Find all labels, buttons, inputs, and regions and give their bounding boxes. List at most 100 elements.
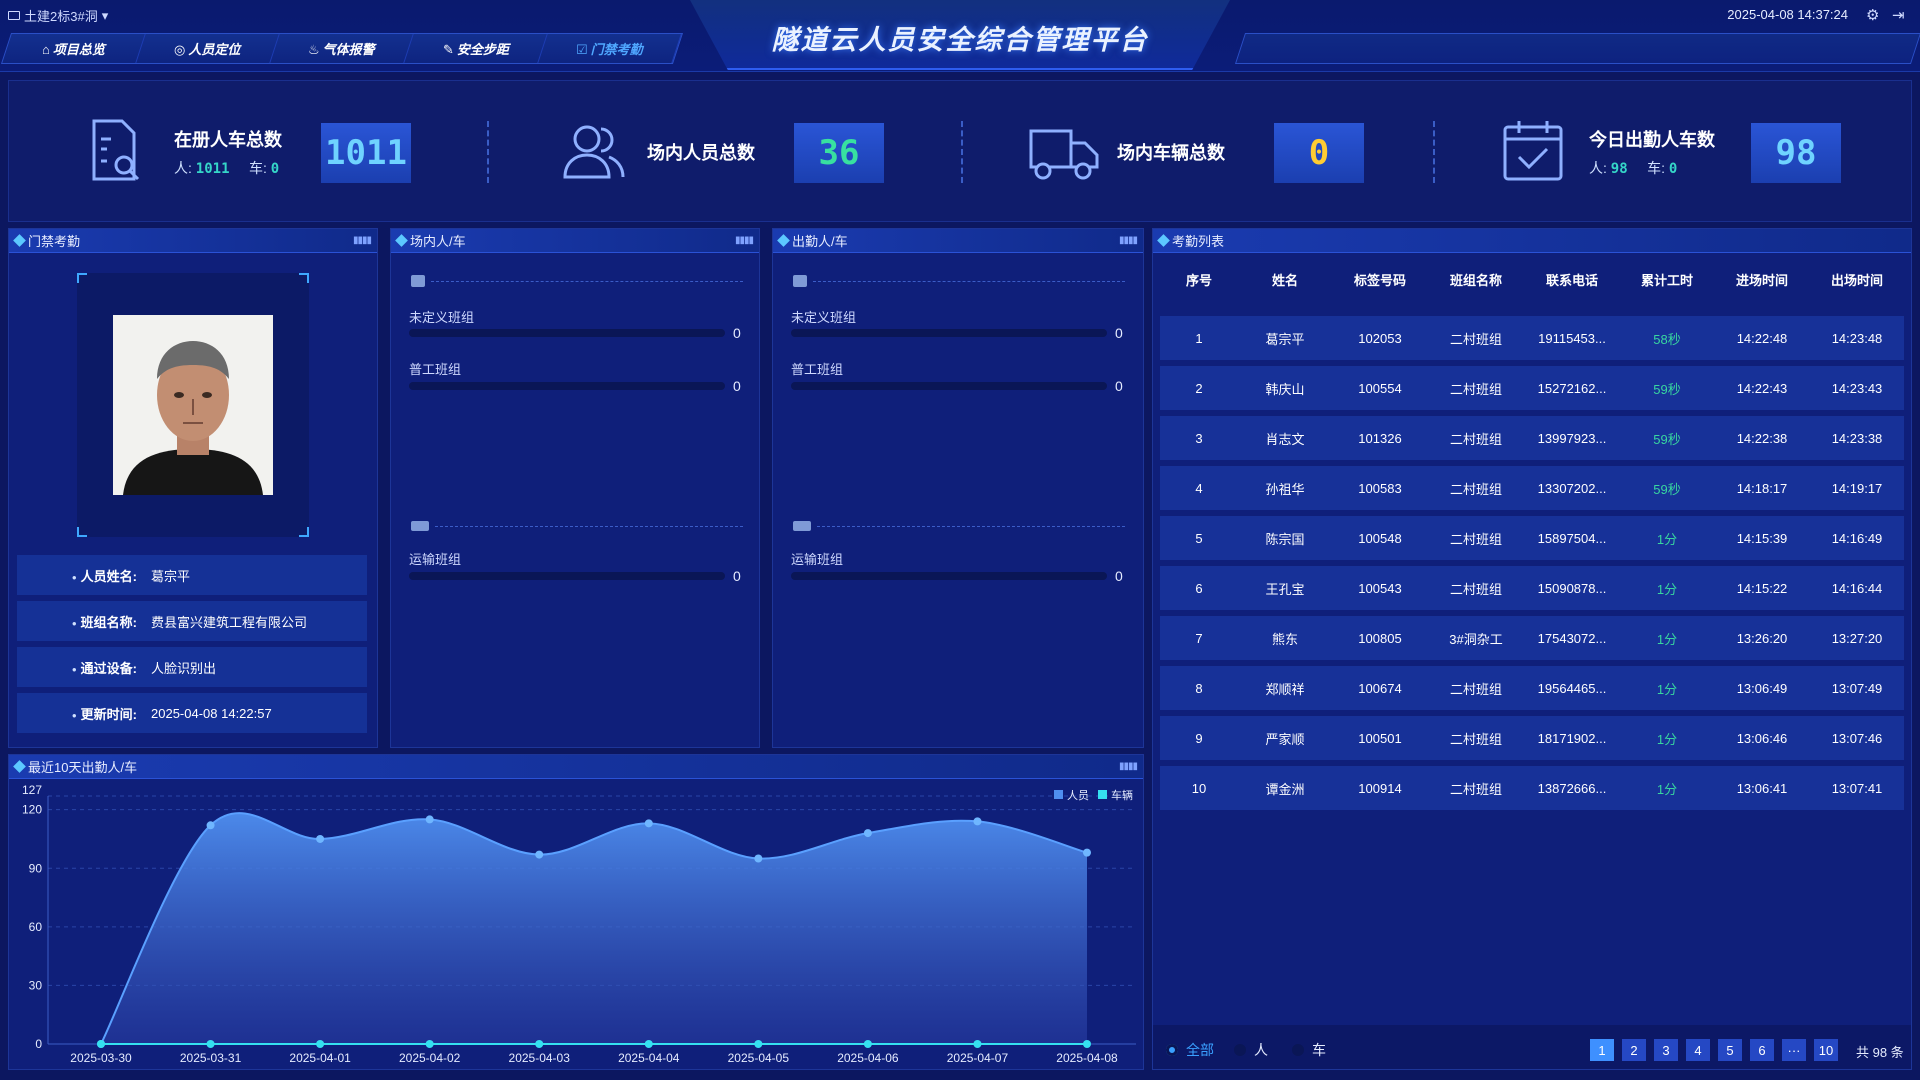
filter-label: 全部 <box>1186 1042 1214 1058</box>
table-cell: 13:06:49 <box>1736 680 1788 696</box>
folder-icon <box>8 11 20 20</box>
table-cell: 1分 <box>1656 581 1678 597</box>
info-value: 人脸识别出 <box>151 660 217 676</box>
table-cell: 严家顺 <box>1265 731 1305 747</box>
attendance-trend-chart: 0 30 60 90 120 127 2025-03-30 2025-03-31 2025-04… <box>22 783 1136 1065</box>
group-value: 0 <box>1115 325 1123 341</box>
table-cell: 韩庆山 <box>1265 381 1305 397</box>
divider <box>487 121 489 183</box>
data-point-people <box>535 850 544 859</box>
page-button[interactable]: 4 <box>1686 1039 1710 1061</box>
table-row[interactable]: 5 陈宗国 100548 二村班组 15897504... 1分 14:15:39 14:16… <box>1160 516 1904 560</box>
vehicle-count: 0 <box>1668 161 1678 177</box>
table-cell: 100554 <box>1358 380 1402 396</box>
table-cell: 15090878... <box>1537 580 1607 596</box>
diamond-icon <box>395 234 408 247</box>
table-cell: 二村班组 <box>1449 331 1502 347</box>
data-point-vehicles <box>535 1040 544 1048</box>
table-cell: 二村班组 <box>1449 481 1502 497</box>
table-row[interactable]: 8 郑顺祥 100674 二村班组 19564465... 1分 13:06:49 13:07… <box>1160 666 1904 710</box>
table-row[interactable]: 3 肖志文 101326 二村班组 13997923... 59秒 14:22:38 14:2… <box>1160 416 1904 460</box>
stat-value-persons: 36 <box>794 123 884 183</box>
logout-icon[interactable]: ⇥ <box>1892 6 1910 24</box>
nav-tab-content: ⌂ 项目总览 <box>42 39 105 58</box>
table-cell: 100914 <box>1358 780 1402 796</box>
filter-option[interactable]: 人 <box>1234 1040 1268 1060</box>
table-cell: 100674 <box>1358 680 1402 696</box>
page-button[interactable]: 2 <box>1622 1039 1646 1061</box>
table-cell: 14:15:39 <box>1736 530 1788 546</box>
filter-option[interactable]: 车 <box>1292 1040 1326 1060</box>
table-row[interactable]: 1 葛宗平 102053 二村班组 19115453... 58秒 14:22:48 14:2… <box>1160 316 1904 360</box>
filter-option[interactable]: 全部 <box>1166 1040 1214 1060</box>
data-point-people <box>316 834 325 843</box>
person-label: 人: <box>174 160 192 176</box>
access-panel: 门禁考勤 ▮▮▮▮ 人员姓名: 葛宗平 班组名称: 费县富兴建筑工程有限公司 通… <box>8 228 378 748</box>
divider <box>961 121 963 183</box>
table-cell: 13872666... <box>1537 780 1607 796</box>
diamond-icon <box>777 234 790 247</box>
table-row[interactable]: 9 严家顺 100501 二村班组 18171902... 1分 13:06:46 13:07… <box>1160 716 1904 760</box>
ruler-pencil-icon: ✎ <box>442 42 454 57</box>
table-cell: 14:15:22 <box>1736 580 1788 596</box>
table-cell: 肖志文 <box>1265 431 1305 447</box>
stat-label: 场内车辆总数 <box>1117 143 1225 163</box>
table-cell: 二村班组 <box>1449 581 1502 597</box>
project-selector[interactable]: 土建2标3#洞 ▾ <box>8 6 108 25</box>
x-tick-label: 2025-04-03 <box>509 1051 571 1065</box>
vehicle-label: 车: <box>1647 160 1665 176</box>
group-value: 0 <box>733 378 741 394</box>
nav-decoration-right <box>1234 33 1920 64</box>
data-point-people <box>425 815 434 824</box>
grip-icon: ▮▮▮▮ <box>734 235 754 246</box>
table-row[interactable]: 4 孙祖华 100583 二村班组 13307202... 59秒 14:18:17 14:1… <box>1160 466 1904 510</box>
home-icon: ⌂ <box>42 42 50 57</box>
table-row[interactable]: 2 韩庆山 100554 二村班组 15272162... 59秒 14:22:43 14:2… <box>1160 366 1904 410</box>
data-point-vehicles <box>316 1040 325 1048</box>
y-tick-label: 0 <box>35 1037 42 1051</box>
settings-icon[interactable]: ⚙ <box>1866 6 1884 24</box>
table-cell: 100805 <box>1358 630 1402 646</box>
data-point-vehicles <box>973 1040 982 1048</box>
stat-persons-inside: 场内人员总数 <box>559 81 755 223</box>
table-cell: 4 <box>1195 480 1203 496</box>
app-title: 隧道云人员安全综合管理平台 <box>771 25 1149 55</box>
table-cell: 6 <box>1195 580 1203 596</box>
table-cell: 1分 <box>1656 781 1678 797</box>
y-tick-label: 60 <box>29 920 43 934</box>
x-tick-label: 2025-03-30 <box>70 1051 132 1065</box>
table-cell: 101326 <box>1358 430 1402 446</box>
stat-label: 在册人车总数 <box>174 130 282 150</box>
group-bar <box>409 329 725 337</box>
group-value: 0 <box>1115 378 1123 394</box>
page-button[interactable]: 3 <box>1654 1039 1678 1061</box>
nav-tab[interactable]: ✎ 安全步距 <box>404 34 548 63</box>
nav-tab[interactable]: ◎ 人员定位 <box>136 34 280 63</box>
table-cell: 58秒 <box>1653 331 1681 347</box>
table-row[interactable]: 10 谭金洲 100914 二村班组 13872666... 1分 13:06:41 13:0… <box>1160 766 1904 810</box>
table-cell: 14:23:48 <box>1831 330 1883 346</box>
divider <box>435 526 743 527</box>
page-button[interactable]: 10 <box>1814 1039 1838 1061</box>
data-point-vehicles <box>644 1040 653 1048</box>
page-button[interactable]: ··· <box>1782 1039 1806 1061</box>
table-row[interactable]: 6 王孔宝 100543 二村班组 15090878... 1分 14:15:22 14:16… <box>1160 566 1904 610</box>
page-button[interactable]: 1 <box>1590 1039 1614 1061</box>
nav-tab[interactable]: ♨ 气体报警 <box>270 34 414 63</box>
info-key: 人员姓名: <box>17 566 137 585</box>
page-button[interactable]: 5 <box>1718 1039 1742 1061</box>
page-button[interactable]: 6 <box>1750 1039 1774 1061</box>
table-row[interactable]: 7 熊东 100805 3#洞杂工 17543072... 1分 13:26:20 13:27… <box>1160 616 1904 660</box>
radio-icon <box>1166 1044 1178 1056</box>
stats-bar: 在册人车总数 人: 1011 车: 0 1011 场内人员总数 36 场内车辆总… <box>8 80 1912 222</box>
nav-tab[interactable]: ☑ 门禁考勤 <box>538 34 682 63</box>
caret-down-icon: ▾ <box>101 7 109 23</box>
table-cell: 15897504... <box>1537 530 1607 546</box>
table-cell: 郑顺祥 <box>1265 681 1305 697</box>
data-point-people <box>863 829 872 838</box>
column-header: 姓名 <box>1271 273 1298 288</box>
person-label: 人: <box>1589 160 1607 176</box>
nav-tab[interactable]: ⌂ 项目总览 <box>2 34 146 63</box>
table-cell: 13:07:41 <box>1831 780 1883 796</box>
group-label: 未定义班组 <box>409 310 475 325</box>
